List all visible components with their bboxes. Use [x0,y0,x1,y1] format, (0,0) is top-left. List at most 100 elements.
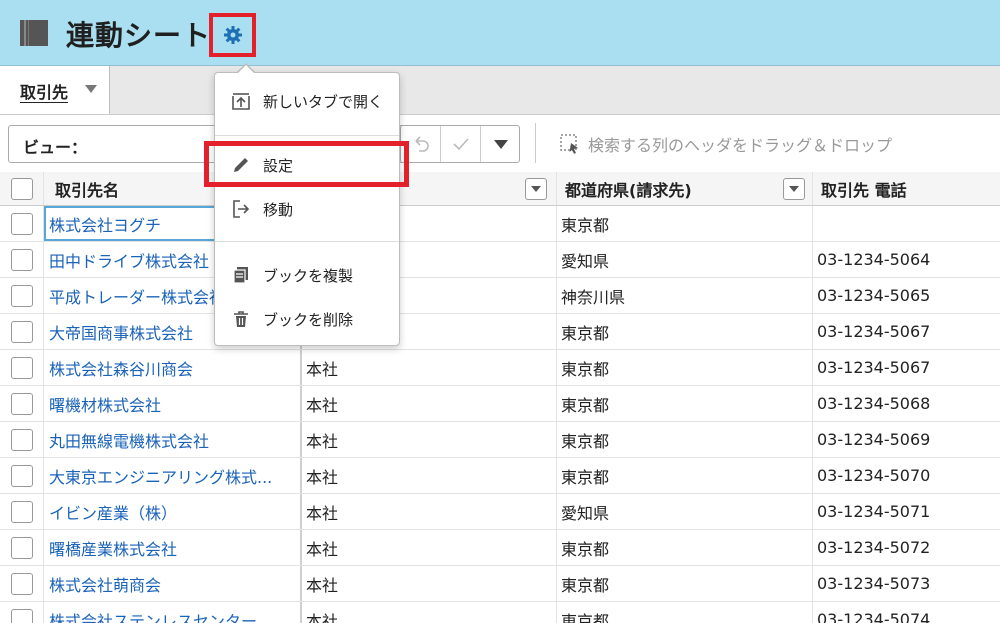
office-cell[interactable]: 本社 [302,530,557,565]
chevron-down-icon [789,186,799,192]
account-name-link[interactable]: 曙機材株式会社 [44,386,302,421]
menu-divider [215,241,399,242]
tab-accounts[interactable]: 取引先 [0,66,110,114]
row-checkbox[interactable] [10,464,33,487]
phone-cell[interactable]: 03-1234-5071 [813,494,1000,529]
menu-item-delete-book[interactable]: ブックを削除 [215,299,399,339]
book-icon [20,20,48,46]
row-checkbox[interactable] [10,536,33,559]
prefecture-cell[interactable]: 東京都 [557,350,813,385]
account-name-link[interactable]: イビン産業（株） [44,494,302,529]
prefecture-cell[interactable]: 東京都 [557,206,813,241]
office-cell[interactable]: 本社 [302,494,557,529]
menu-pointer-inner [237,65,255,74]
menu-item-open-new-tab[interactable]: 新しいタブで開く [215,81,399,121]
table-row[interactable]: 丸田無線電機株式会社 本社 東京都 03-1234-5069 [0,422,1000,458]
prefecture-cell[interactable]: 東京都 [557,314,813,349]
row-checkbox[interactable] [10,608,33,623]
menu-item-duplicate-book[interactable]: ブックを複製 [215,255,399,295]
account-name-link[interactable]: 株式会社森谷川商会 [44,350,302,385]
row-checkbox[interactable] [10,320,33,343]
column-header-prefecture-label: 都道府県(請求先) [565,180,692,200]
edit-button-group [400,125,520,163]
select-all-checkbox[interactable] [10,177,33,200]
row-select-cell [0,566,44,601]
confirm-button[interactable] [441,126,481,162]
table-row[interactable]: 株式会社萌商会 本社 東京都 03-1234-5073 [0,566,1000,602]
phone-cell[interactable]: 03-1234-5073 [813,566,1000,601]
row-checkbox[interactable] [10,248,33,271]
phone-cell[interactable]: 03-1234-5065 [813,278,1000,313]
column-header-phone[interactable]: 取引先 電話 [813,172,1000,205]
row-checkbox[interactable] [10,428,33,451]
phone-cell[interactable]: 03-1234-5067 [813,350,1000,385]
prefecture-cell[interactable]: 神奈川県 [557,278,813,313]
row-select-cell [0,458,44,493]
phone-cell[interactable]: 03-1234-5069 [813,422,1000,457]
account-name-link[interactable]: 曙橋産業株式会社 [44,530,302,565]
sheet-tabbar: 取引先 [0,66,1000,114]
phone-cell[interactable] [813,206,1000,241]
phone-cell[interactable]: 03-1234-5074 [813,602,1000,623]
table-row[interactable]: 株式会社森谷川商会 本社 東京都 03-1234-5067 [0,350,1000,386]
account-name-link[interactable]: 丸田無線電機株式会社 [44,422,302,457]
phone-cell[interactable]: 03-1234-5072 [813,530,1000,565]
phone-cell[interactable]: 03-1234-5067 [813,314,1000,349]
table-row[interactable]: 田中ドライブ株式会社 愛知県 03-1234-5064 [0,242,1000,278]
prefecture-cell[interactable]: 東京都 [557,458,813,493]
prefecture-cell[interactable]: 愛知県 [557,494,813,529]
more-dropdown-button[interactable] [481,126,521,162]
row-select-cell [0,314,44,349]
grid-header-row: 取引先名 都道府県(請求先) 取引先 電話 [0,172,1000,206]
phone-cell[interactable]: 03-1234-5068 [813,386,1000,421]
table-row[interactable]: 大東京エンジニアリング株式... 本社 東京都 03-1234-5070 [0,458,1000,494]
menu-item-move[interactable]: 移動 [215,189,399,229]
group-drop-zone[interactable]: 検索する列のヘッダをドラッグ＆ドロップ [560,132,892,156]
prefecture-cell[interactable]: 愛知県 [557,242,813,277]
column-filter-button[interactable] [525,178,547,200]
table-row[interactable]: 株式会社ステンレスセンター 本社 東京都 03-1234-5074 [0,602,1000,623]
office-cell[interactable]: 本社 [302,350,557,385]
table-row[interactable]: 株式会社ヨグチ 東京都 [0,206,1000,242]
row-select-cell [0,386,44,421]
table-row[interactable]: 曙機材株式会社 本社 東京都 03-1234-5068 [0,386,1000,422]
table-row[interactable]: 大帝国商事株式会社 東京都 03-1234-5067 [0,314,1000,350]
gear-icon [223,26,242,44]
settings-menu: 新しいタブで開く 設定 移動 ブックを複製 ブックを削除 [214,72,400,346]
trash-icon [234,311,248,327]
settings-highlight-box [204,141,409,187]
prefecture-cell[interactable]: 東京都 [557,530,813,565]
office-cell[interactable]: 本社 [302,386,557,421]
table-row[interactable]: イビン産業（株） 本社 愛知県 03-1234-5071 [0,494,1000,530]
row-checkbox[interactable] [10,212,33,235]
table-row[interactable]: 平成トレーダー株式会社 神奈川県 03-1234-5065 [0,278,1000,314]
row-checkbox[interactable] [10,392,33,415]
office-cell[interactable]: 本社 [302,422,557,457]
column-header-prefecture[interactable]: 都道府県(請求先) [557,172,813,205]
prefecture-cell[interactable]: 東京都 [557,422,813,457]
office-cell[interactable]: 本社 [302,458,557,493]
row-select-cell [0,350,44,385]
account-name-link[interactable]: 大東京エンジニアリング株式... [44,458,302,493]
column-filter-button[interactable] [783,178,805,200]
chevron-down-icon [494,139,508,149]
view-label: ビュー： [23,138,88,157]
prefecture-cell[interactable]: 東京都 [557,602,813,623]
table-row[interactable]: 曙橋産業株式会社 本社 東京都 03-1234-5072 [0,530,1000,566]
prefecture-cell[interactable]: 東京都 [557,566,813,601]
settings-button[interactable] [209,13,256,57]
phone-cell[interactable]: 03-1234-5064 [813,242,1000,277]
office-cell[interactable]: 本社 [302,566,557,601]
row-checkbox[interactable] [10,356,33,379]
divider [535,123,536,163]
account-name-link[interactable]: 株式会社ステンレスセンター [44,602,302,623]
office-cell[interactable]: 本社 [302,602,557,623]
account-name-link[interactable]: 株式会社萌商会 [44,566,302,601]
row-checkbox[interactable] [10,284,33,307]
prefecture-cell[interactable]: 東京都 [557,386,813,421]
row-checkbox[interactable] [10,572,33,595]
chevron-down-icon[interactable] [85,85,97,93]
row-checkbox[interactable] [10,500,33,523]
row-select-cell [0,206,44,241]
phone-cell[interactable]: 03-1234-5070 [813,458,1000,493]
